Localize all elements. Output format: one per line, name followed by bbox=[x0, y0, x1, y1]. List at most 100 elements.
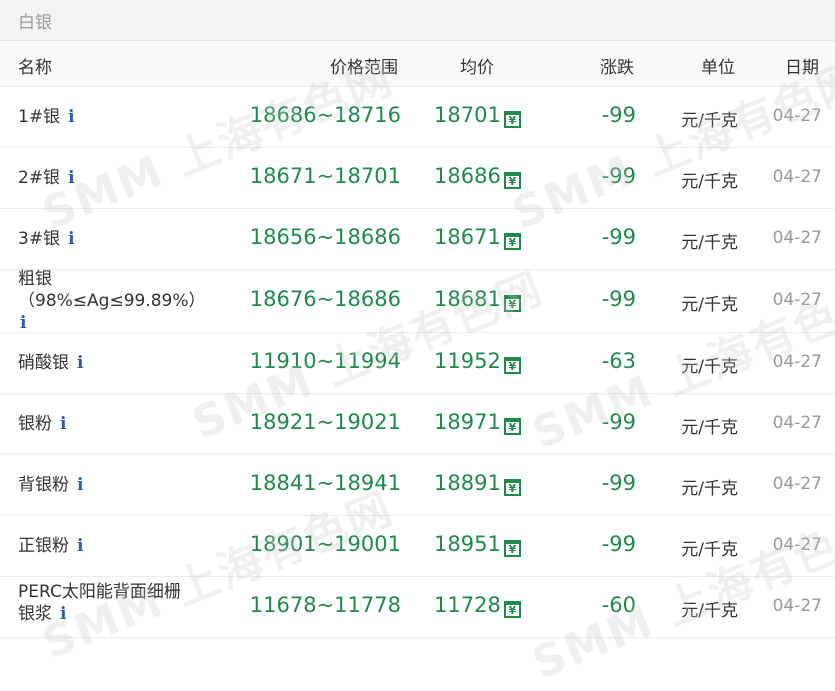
header-date: 日期 bbox=[785, 58, 819, 78]
date: 04-27 bbox=[772, 413, 822, 433]
price-range: 18686~18716 bbox=[249, 103, 401, 127]
date: 04-27 bbox=[772, 290, 822, 310]
page-title: 白银 bbox=[18, 13, 52, 33]
price-range: 18676~18686 bbox=[249, 287, 401, 311]
date: 04-27 bbox=[772, 535, 822, 555]
commodity-name-text: 粗银 bbox=[18, 269, 52, 289]
price-range: 18656~18686 bbox=[249, 225, 401, 249]
average-price: 18971 ¥ bbox=[434, 410, 521, 435]
info-icon[interactable]: i bbox=[60, 604, 66, 624]
calendar-icon[interactable]: ¥ bbox=[503, 172, 521, 189]
info-icon[interactable]: i bbox=[68, 229, 74, 249]
commodity-name: 银粉 i bbox=[18, 413, 66, 435]
price-range: 18671~18701 bbox=[249, 164, 401, 188]
date: 04-27 bbox=[772, 596, 822, 616]
price-change: -99 bbox=[601, 471, 636, 495]
commodity-name: 1#银 i bbox=[18, 106, 75, 128]
average-price: 11952 ¥ bbox=[434, 349, 521, 374]
average-price-value: 18971 bbox=[434, 410, 501, 434]
info-icon[interactable]: i bbox=[68, 107, 74, 127]
unit: 元/千克 bbox=[681, 233, 738, 253]
table-row: 1#银 i 18686~18716 18701 ¥ -99 元/千克 04-27 bbox=[0, 87, 835, 148]
info-icon[interactable]: i bbox=[77, 475, 83, 495]
price-change: -99 bbox=[601, 287, 636, 311]
price-range: 18921~19021 bbox=[249, 410, 401, 434]
commodity-name: 硝酸银 i bbox=[18, 352, 83, 374]
average-price-value: 18681 bbox=[434, 287, 501, 311]
average-price-value: 18686 bbox=[434, 164, 501, 188]
average-price-value: 11728 bbox=[434, 593, 501, 617]
unit: 元/千克 bbox=[681, 357, 738, 377]
unit: 元/千克 bbox=[681, 418, 738, 438]
commodity-name-text: 银粉 bbox=[18, 414, 52, 434]
calendar-icon[interactable]: ¥ bbox=[503, 479, 521, 496]
table-row: 硝酸银 i 11910~11994 11952 ¥ -63 元/千克 04-27 bbox=[0, 333, 835, 394]
title-bar: 白银 bbox=[0, 0, 835, 41]
commodity-name: 2#银 i bbox=[18, 167, 75, 189]
info-icon[interactable]: i bbox=[20, 313, 26, 333]
table-row: 3#银 i 18656~18686 18671 ¥ -99 元/千克 04-27 bbox=[0, 209, 835, 270]
average-price: 18951 ¥ bbox=[434, 532, 521, 557]
commodity-name-subtext: （98%≤Ag≤99.89%） bbox=[18, 291, 206, 311]
price-change: -99 bbox=[601, 164, 636, 188]
average-price: 18701 ¥ bbox=[434, 103, 521, 128]
commodity-name-text: 3#银 bbox=[18, 229, 61, 249]
price-range: 11910~11994 bbox=[249, 349, 401, 373]
header-change: 涨跌 bbox=[600, 58, 634, 78]
commodity-name-subtext: 银浆 bbox=[18, 604, 52, 624]
commodity-name-text: 背银粉 bbox=[18, 475, 69, 495]
price-change: -99 bbox=[601, 532, 636, 556]
header-range: 价格范围 bbox=[330, 58, 398, 78]
average-price-value: 11952 bbox=[434, 349, 501, 373]
calendar-icon[interactable]: ¥ bbox=[503, 357, 521, 374]
unit: 元/千克 bbox=[681, 479, 738, 499]
average-price: 18891 ¥ bbox=[434, 471, 521, 496]
calendar-icon[interactable]: ¥ bbox=[503, 111, 521, 128]
table-row: 银粉 i 18921~19021 18971 ¥ -99 元/千克 04-27 bbox=[0, 394, 835, 455]
table-row: 2#银 i 18671~18701 18686 ¥ -99 元/千克 04-27 bbox=[0, 148, 835, 209]
price-change: -99 bbox=[601, 225, 636, 249]
header-name: 名称 bbox=[18, 58, 52, 78]
calendar-icon[interactable]: ¥ bbox=[503, 601, 521, 618]
info-icon[interactable]: i bbox=[68, 168, 74, 188]
info-icon[interactable]: i bbox=[60, 414, 66, 434]
average-price: 18686 ¥ bbox=[434, 164, 521, 189]
average-price-value: 18701 bbox=[434, 103, 501, 127]
commodity-name: PERC太阳能背面细栅 银浆 i bbox=[18, 581, 181, 625]
header-unit: 单位 bbox=[701, 58, 735, 78]
price-range: 11678~11778 bbox=[249, 593, 401, 617]
average-price-value: 18671 bbox=[434, 225, 501, 249]
unit: 元/千克 bbox=[681, 540, 738, 560]
commodity-name: 3#银 i bbox=[18, 228, 75, 250]
price-change: -60 bbox=[601, 593, 636, 617]
table-row: 背银粉 i 18841~18941 18891 ¥ -99 元/千克 04-27 bbox=[0, 455, 835, 516]
unit: 元/千克 bbox=[681, 295, 738, 315]
info-icon[interactable]: i bbox=[77, 536, 83, 556]
price-range: 18901~19001 bbox=[249, 532, 401, 556]
calendar-icon[interactable]: ¥ bbox=[503, 540, 521, 557]
price-change: -99 bbox=[601, 103, 636, 127]
commodity-name-text: 正银粉 bbox=[18, 536, 69, 556]
info-icon[interactable]: i bbox=[77, 353, 83, 373]
commodity-name: 粗银 （98%≤Ag≤99.89%） i bbox=[18, 268, 206, 334]
commodity-name-text: 硝酸银 bbox=[18, 353, 69, 373]
date: 04-27 bbox=[772, 106, 822, 126]
calendar-icon[interactable]: ¥ bbox=[503, 295, 521, 312]
commodity-name-text: 2#银 bbox=[18, 168, 61, 188]
table-header: 名称 价格范围 均价 涨跌 单位 日期 bbox=[0, 41, 835, 87]
table-row: 粗银 （98%≤Ag≤99.89%） i 18676~18686 18681 ¥ -99 元/… bbox=[0, 268, 835, 334]
table-row: PERC太阳能背面细栅 银浆 i 11678~11778 11728 ¥ -60 元/千克 04… bbox=[0, 577, 835, 638]
unit: 元/千克 bbox=[681, 111, 738, 131]
table-row: 正银粉 i 18901~19001 18951 ¥ -99 元/千克 04-27 bbox=[0, 516, 835, 577]
average-price: 18681 ¥ bbox=[434, 287, 521, 312]
calendar-icon[interactable]: ¥ bbox=[503, 233, 521, 250]
commodity-name: 正银粉 i bbox=[18, 535, 83, 557]
average-price: 18671 ¥ bbox=[434, 225, 521, 250]
average-price: 11728 ¥ bbox=[434, 593, 521, 618]
price-range: 18841~18941 bbox=[249, 471, 401, 495]
date: 04-27 bbox=[772, 474, 822, 494]
calendar-icon[interactable]: ¥ bbox=[503, 418, 521, 435]
commodity-name-text: 1#银 bbox=[18, 107, 61, 127]
commodity-name-text: PERC太阳能背面细栅 bbox=[18, 582, 181, 602]
unit: 元/千克 bbox=[681, 601, 738, 621]
